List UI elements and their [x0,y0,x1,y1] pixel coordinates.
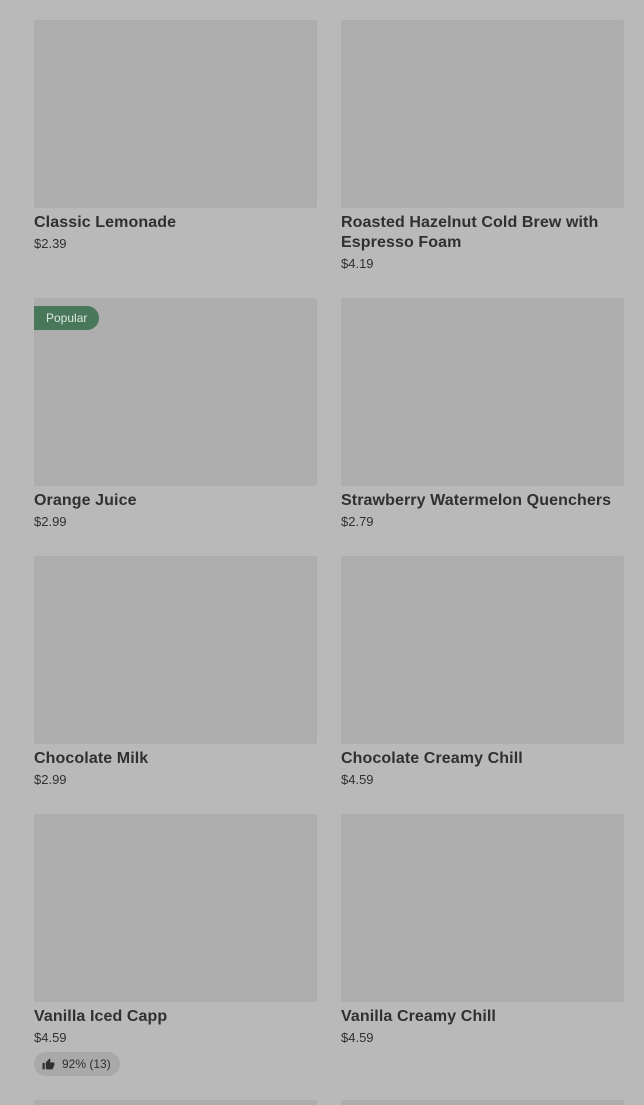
product-price: $4.59 [34,1030,67,1045]
product-card[interactable]: Vanilla Creamy Chill $4.59 [341,814,624,1046]
product-image-partial[interactable] [34,1100,317,1105]
rating-text: 92% (13) [62,1057,111,1071]
product-card[interactable]: Chocolate Creamy Chill $4.59 [341,556,624,788]
product-price: $4.19 [341,256,374,271]
product-name[interactable]: Orange Juice [34,491,317,511]
product-price: $2.99 [34,514,67,529]
thumbs-up-icon [42,1058,55,1069]
product-image[interactable] [34,556,317,744]
product-image[interactable]: Popular [34,298,317,486]
product-image[interactable] [341,20,624,208]
product-card[interactable]: Strawberry Watermelon Quenchers $2.79 [341,298,624,530]
product-image[interactable] [341,814,624,1002]
product-card[interactable]: Vanilla Iced Capp $4.59 92% (13) [34,814,317,1076]
product-name[interactable]: Strawberry Watermelon Quenchers [341,491,624,511]
product-name[interactable]: Classic Lemonade [34,213,317,233]
product-image[interactable] [341,298,624,486]
product-name[interactable]: Vanilla Iced Capp [34,1007,317,1027]
product-name[interactable]: Chocolate Milk [34,749,317,769]
popular-badge: Popular [34,306,100,330]
product-name[interactable]: Vanilla Creamy Chill [341,1007,624,1027]
product-image[interactable] [34,20,317,208]
product-price: $2.99 [34,772,67,787]
product-image-partial[interactable] [341,1100,624,1105]
product-image[interactable] [34,814,317,1002]
product-price: $4.59 [341,772,374,787]
product-price: $4.59 [341,1030,374,1045]
product-card[interactable]: Classic Lemonade $2.39 [34,20,317,252]
product-name[interactable]: Roasted Hazelnut Cold Brew with Espresso… [341,213,624,253]
product-price: $2.39 [34,236,67,251]
product-image[interactable] [341,556,624,744]
product-card[interactable]: Chocolate Milk $2.99 [34,556,317,788]
product-price: $2.79 [341,514,374,529]
product-name[interactable]: Chocolate Creamy Chill [341,749,624,769]
rating-badge: 92% (13) [34,1052,120,1076]
product-card[interactable]: Roasted Hazelnut Cold Brew with Espresso… [341,20,624,272]
menu-grid: Classic Lemonade $2.39 Roasted Hazelnut … [0,0,644,1105]
product-card[interactable]: Popular Orange Juice $2.99 [34,298,317,530]
